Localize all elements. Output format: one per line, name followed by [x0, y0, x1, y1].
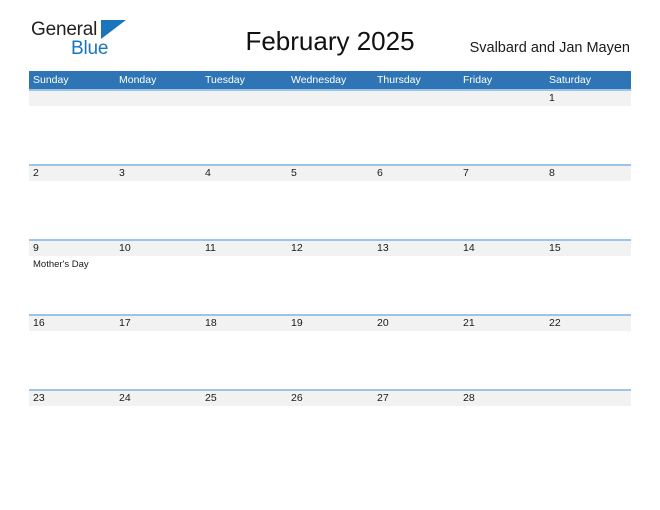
- day-number[interactable]: 2: [29, 166, 115, 181]
- day-cell: [545, 406, 631, 464]
- calendar-grid: Sunday Monday Tuesday Wednesday Thursday Frid…: [29, 71, 631, 464]
- day-number-empty: [115, 91, 201, 106]
- week-event-cells: [29, 331, 631, 389]
- day-cell[interactable]: [287, 331, 373, 389]
- day-number[interactable]: 27: [373, 391, 459, 406]
- day-number[interactable]: 26: [287, 391, 373, 406]
- day-cell[interactable]: [545, 331, 631, 389]
- day-event: Mother's Day: [33, 259, 89, 270]
- day-number[interactable]: 21: [459, 316, 545, 331]
- day-number[interactable]: 10: [115, 241, 201, 256]
- weekday-header-sunday: Sunday: [33, 74, 69, 86]
- weekday-header-tuesday: Tuesday: [205, 74, 245, 86]
- day-number[interactable]: 5: [287, 166, 373, 181]
- calendar-week-row: 2345678: [29, 164, 631, 239]
- day-number[interactable]: 22: [545, 316, 631, 331]
- weekday-header-friday: Friday: [463, 74, 493, 86]
- weekday-header-wednesday: Wednesday: [291, 74, 347, 86]
- day-cell: [459, 106, 545, 164]
- weekday-header-row: Sunday Monday Tuesday Wednesday Thursday Frid…: [29, 71, 631, 89]
- day-cell[interactable]: [29, 406, 115, 464]
- day-number[interactable]: 9: [29, 241, 115, 256]
- day-cell[interactable]: [29, 181, 115, 239]
- weekday-header-saturday: Saturday: [549, 74, 592, 86]
- day-cell[interactable]: [545, 181, 631, 239]
- week-date-numbers: 2345678: [29, 166, 631, 181]
- day-cell: [201, 106, 287, 164]
- day-number[interactable]: 4: [201, 166, 287, 181]
- week-date-numbers: 16 17 18 19 20 21 22: [29, 316, 631, 331]
- day-number[interactable]: 19: [287, 316, 373, 331]
- day-cell[interactable]: [459, 181, 545, 239]
- day-number-empty: [545, 391, 631, 406]
- day-cell[interactable]: [459, 406, 545, 464]
- calendar-weeks: 1 2 3 4 5 6 7 8 9 10 11 12 13 14 15 Mother's Day 16 17 18 1…: [29, 89, 631, 464]
- day-number[interactable]: 14: [459, 241, 545, 256]
- week-event-cells: [29, 106, 631, 164]
- day-number[interactable]: 3: [115, 166, 201, 181]
- day-cell[interactable]: [287, 256, 373, 314]
- day-cell[interactable]: [373, 331, 459, 389]
- day-number[interactable]: 24: [115, 391, 201, 406]
- day-number[interactable]: 8: [545, 166, 631, 181]
- day-cell[interactable]: [115, 181, 201, 239]
- day-number-empty: [287, 91, 373, 106]
- day-cell: [373, 106, 459, 164]
- weekday-header-thursday: Thursday: [377, 74, 421, 86]
- week-date-numbers: 23 24 25 26 27 28: [29, 391, 631, 406]
- week-date-numbers: 1: [29, 91, 631, 106]
- day-cell[interactable]: [545, 106, 631, 164]
- week-event-cells: Mother's Day: [29, 256, 631, 314]
- day-number[interactable]: 25: [201, 391, 287, 406]
- day-number[interactable]: 28: [459, 391, 545, 406]
- day-number[interactable]: 16: [29, 316, 115, 331]
- day-number-empty: [201, 91, 287, 106]
- day-number[interactable]: 20: [373, 316, 459, 331]
- weekday-header-monday: Monday: [119, 74, 157, 86]
- week-date-numbers: 9 10 11 12 13 14 15: [29, 241, 631, 256]
- day-number[interactable]: 17: [115, 316, 201, 331]
- day-cell[interactable]: [373, 181, 459, 239]
- day-number[interactable]: 23: [29, 391, 115, 406]
- day-number[interactable]: 11: [201, 241, 287, 256]
- day-number-empty: [459, 91, 545, 106]
- week-event-cells: [29, 181, 631, 239]
- day-number-empty: [29, 91, 115, 106]
- day-cell: [29, 106, 115, 164]
- day-cell: [115, 106, 201, 164]
- day-cell[interactable]: [115, 406, 201, 464]
- day-number[interactable]: 1: [545, 91, 631, 106]
- calendar-week-row: 16 17 18 19 20 21 22: [29, 314, 631, 389]
- day-cell[interactable]: Mother's Day: [29, 256, 115, 314]
- day-number[interactable]: 6: [373, 166, 459, 181]
- day-cell[interactable]: [201, 256, 287, 314]
- day-cell[interactable]: [459, 331, 545, 389]
- day-number[interactable]: 13: [373, 241, 459, 256]
- day-cell[interactable]: [545, 256, 631, 314]
- day-number[interactable]: 7: [459, 166, 545, 181]
- calendar-page: General Blue February 2025 Svalbard and …: [0, 0, 660, 510]
- day-number-empty: [373, 91, 459, 106]
- region-label: Svalbard and Jan Mayen: [469, 40, 630, 56]
- day-cell[interactable]: [29, 331, 115, 389]
- calendar-week-row: 23 24 25 26 27 28: [29, 389, 631, 464]
- day-cell[interactable]: [201, 181, 287, 239]
- day-cell[interactable]: [201, 406, 287, 464]
- calendar-week-row: 1: [29, 89, 631, 164]
- calendar-week-row: 9 10 11 12 13 14 15 Mother's Day: [29, 239, 631, 314]
- day-number[interactable]: 18: [201, 316, 287, 331]
- day-cell[interactable]: [115, 331, 201, 389]
- day-number[interactable]: 15: [545, 241, 631, 256]
- page-header: General Blue February 2025 Svalbard and …: [0, 0, 660, 68]
- day-cell[interactable]: [201, 331, 287, 389]
- day-cell[interactable]: [373, 406, 459, 464]
- day-cell[interactable]: [287, 181, 373, 239]
- day-cell: [287, 106, 373, 164]
- day-cell[interactable]: [373, 256, 459, 314]
- day-cell[interactable]: [459, 256, 545, 314]
- week-event-cells: [29, 406, 631, 464]
- day-number[interactable]: 12: [287, 241, 373, 256]
- day-cell[interactable]: [115, 256, 201, 314]
- day-cell[interactable]: [287, 406, 373, 464]
